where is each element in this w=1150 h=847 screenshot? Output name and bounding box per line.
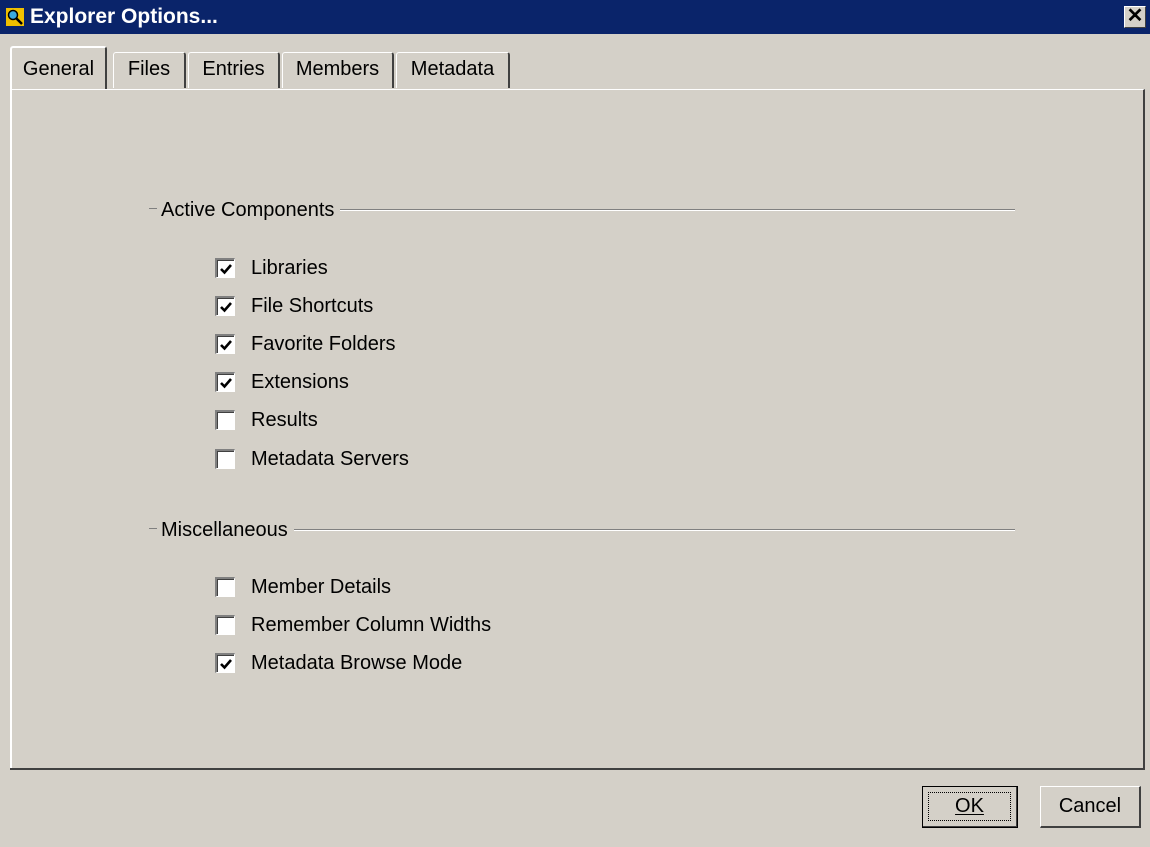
tab-metadata[interactable]: Metadata bbox=[396, 52, 510, 88]
check-icon bbox=[220, 264, 232, 275]
footer-divider bbox=[10, 768, 1145, 770]
checkbox-label: Member Details bbox=[251, 576, 392, 598]
checkbox-box[interactable] bbox=[215, 449, 235, 469]
tab-members[interactable]: Members bbox=[282, 52, 394, 88]
ok-button[interactable]: OK bbox=[922, 786, 1018, 828]
checkbox-box[interactable] bbox=[215, 410, 235, 430]
checkbox-box[interactable] bbox=[215, 372, 235, 392]
checkbox-box[interactable] bbox=[215, 615, 235, 635]
group-miscellaneous: Miscellaneous bbox=[149, 517, 1015, 543]
checkbox-label: File Shortcuts bbox=[251, 295, 374, 317]
group-label: Active Components bbox=[161, 197, 341, 223]
checkbox-label: Favorite Folders bbox=[251, 333, 396, 355]
check-icon bbox=[220, 378, 232, 389]
group-active-components: Active Components bbox=[149, 197, 1015, 223]
magnifier-app-icon bbox=[6, 8, 24, 26]
tab-general[interactable]: General bbox=[10, 46, 107, 89]
cancel-button[interactable]: Cancel bbox=[1040, 786, 1141, 828]
close-icon: ✕ bbox=[1126, 5, 1144, 27]
check-icon bbox=[220, 659, 232, 670]
tab-label: Files bbox=[127, 58, 171, 80]
title-bar: Explorer Options... ✕ bbox=[0, 0, 1150, 34]
tab-label: Entries bbox=[202, 58, 265, 80]
checkbox-label: Metadata Servers bbox=[251, 448, 409, 470]
tab-entries[interactable]: Entries bbox=[188, 52, 280, 88]
checkbox-box[interactable] bbox=[215, 577, 235, 597]
checkbox-label: Results bbox=[251, 409, 318, 431]
checkbox-label: Metadata Browse Mode bbox=[251, 652, 463, 674]
tab-label: Metadata bbox=[410, 58, 495, 80]
tab-strip: General Files Entries Members Metadata bbox=[10, 46, 710, 91]
tab-files[interactable]: Files bbox=[113, 52, 186, 88]
checkbox-label: Libraries bbox=[251, 257, 328, 279]
general-tab-panel: Active Components Libraries File Shortcu… bbox=[10, 89, 1145, 770]
checkbox-box[interactable] bbox=[215, 296, 235, 316]
checkbox-box[interactable] bbox=[215, 653, 235, 673]
close-button[interactable]: ✕ bbox=[1124, 6, 1146, 28]
ok-button-label: OK bbox=[955, 795, 984, 817]
checkbox-box[interactable] bbox=[215, 334, 235, 354]
checkbox-label: Remember Column Widths bbox=[251, 614, 492, 636]
checkbox-box[interactable] bbox=[215, 258, 235, 278]
check-icon bbox=[220, 340, 232, 351]
group-label: Miscellaneous bbox=[161, 517, 294, 543]
check-icon bbox=[220, 302, 232, 313]
window-title: Explorer Options... bbox=[30, 5, 218, 28]
checkbox-label: Extensions bbox=[251, 371, 349, 393]
tab-label: General bbox=[22, 58, 95, 80]
tab-label: Members bbox=[295, 58, 380, 80]
cancel-button-label: Cancel bbox=[1058, 795, 1122, 817]
